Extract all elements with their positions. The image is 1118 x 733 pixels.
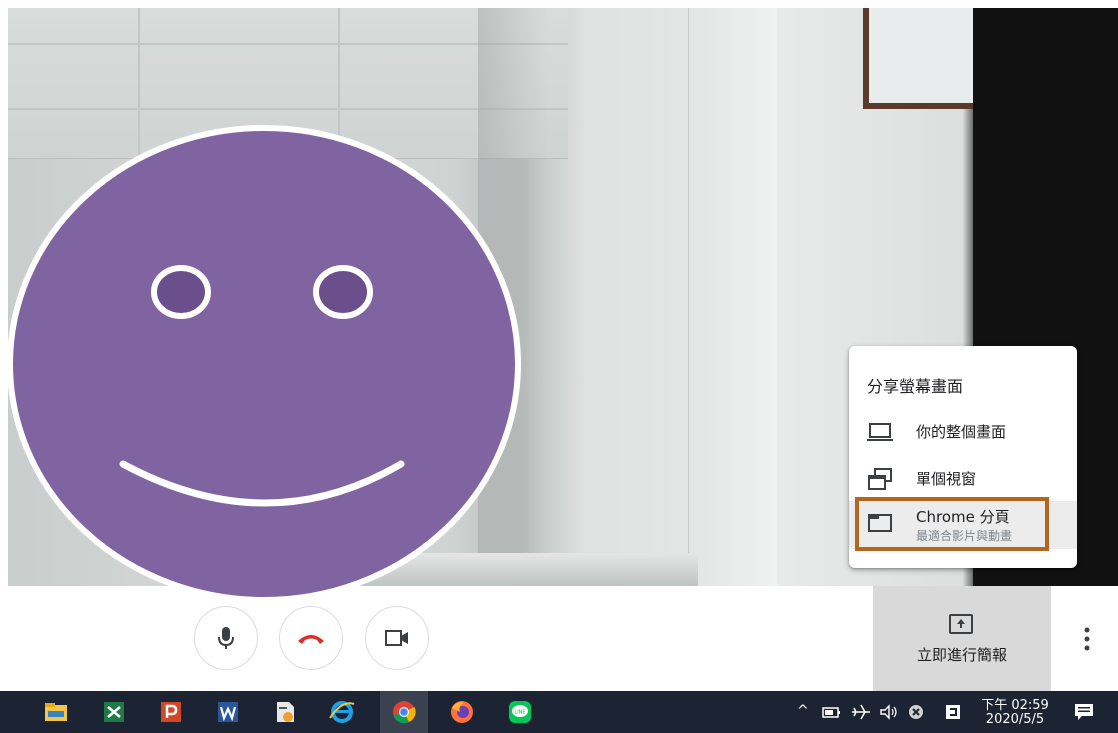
avatar-face: [7, 125, 521, 603]
smiley-avatar: [7, 125, 521, 603]
svg-text:LINE: LINE: [514, 710, 525, 716]
airplane-mode-icon[interactable]: [850, 703, 872, 721]
word-icon[interactable]: [214, 698, 242, 726]
menu-item-single-window[interactable]: 單個視窗: [849, 457, 1077, 501]
share-menu-title: 分享螢幕畫面: [867, 377, 964, 396]
tray-chevron[interactable]: ^: [797, 703, 809, 719]
error-status-icon[interactable]: [907, 703, 925, 721]
present-now-button[interactable]: 立即進行簡報: [873, 586, 1051, 691]
notifications-icon[interactable]: [1073, 702, 1095, 722]
more-vertical-icon[interactable]: [1074, 622, 1100, 656]
battery-icon[interactable]: [822, 705, 842, 719]
mic-button[interactable]: [194, 606, 258, 670]
firefox-icon[interactable]: [448, 698, 476, 726]
camera-button[interactable]: [365, 606, 429, 670]
present-now-label: 立即進行簡報: [916, 646, 1007, 664]
file-explorer-icon[interactable]: [42, 698, 70, 726]
mic-icon: [218, 627, 234, 649]
line-icon[interactable]: LINE: [506, 698, 534, 726]
phone-hangup-icon: [298, 635, 324, 644]
menu-item-entire-screen[interactable]: 你的整個畫面: [849, 410, 1077, 454]
laptop-icon: [867, 423, 893, 441]
videocam-icon: [385, 630, 408, 646]
left-eye: [151, 265, 211, 319]
windows-taskbar: LINE ^ 下午 02:59 2020/5/5: [0, 691, 1118, 733]
excel-icon[interactable]: [100, 698, 128, 726]
right-eye: [313, 265, 373, 319]
menu-item-label: 你的整個畫面: [916, 423, 1007, 441]
taskbar-date[interactable]: 2020/5/5: [975, 712, 1055, 727]
powerpoint-icon[interactable]: [157, 698, 185, 726]
highlight-annotation: [855, 497, 1049, 551]
present-screen-icon: [949, 614, 973, 634]
chrome-icon[interactable]: [390, 698, 418, 726]
hangup-button[interactable]: [279, 606, 343, 670]
picture-frame: [863, 8, 987, 109]
wall-column: [688, 8, 777, 586]
pdf-tool-icon[interactable]: [271, 698, 299, 726]
input-method-icon[interactable]: [944, 703, 962, 721]
taskbar-time[interactable]: 下午 02:59: [975, 694, 1055, 713]
window-icon: [868, 468, 892, 490]
internet-explorer-icon[interactable]: [328, 698, 356, 726]
volume-icon[interactable]: [879, 703, 899, 721]
menu-item-label: 單個視窗: [916, 470, 977, 488]
